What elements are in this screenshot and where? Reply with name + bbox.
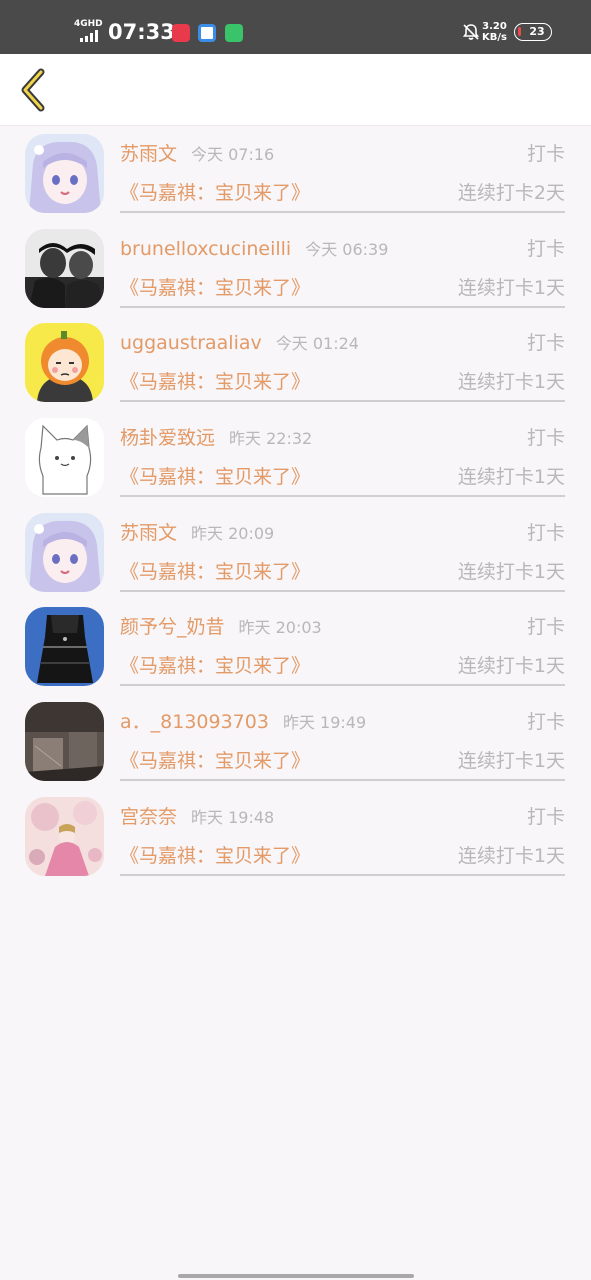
app-icon-blue [198, 24, 216, 42]
book-title[interactable]: 《马嘉祺：宝贝来了》 [120, 750, 310, 772]
book-title[interactable]: 《马嘉祺：宝贝来了》 [120, 182, 310, 204]
divider [120, 589, 565, 592]
action-label: 打卡 [526, 332, 565, 355]
streak-label: 连续打卡1天 [457, 276, 565, 299]
list-item[interactable]: 杨卦爱致远 昨天 22:32 打卡 《马嘉祺：宝贝来了》 连续打卡1天 [0, 411, 591, 506]
streak-label: 连续打卡1天 [457, 466, 565, 489]
list-item[interactable]: a．_813093703 昨天 19:49 打卡 《马嘉祺：宝贝来了》 连续打卡1… [0, 695, 591, 790]
checkin-time: 今天 06:39 [305, 239, 389, 259]
avatar[interactable] [25, 796, 104, 876]
avatar[interactable] [25, 418, 104, 498]
checkin-time: 昨天 19:48 [191, 807, 275, 827]
streak-label: 连续打卡1天 [457, 560, 565, 583]
book-title[interactable]: 《马嘉祺：宝贝来了》 [120, 466, 310, 488]
user-name[interactable]: 宫奈奈 昨天 19:48 [120, 806, 274, 829]
avatar[interactable] [25, 702, 104, 782]
action-label: 打卡 [526, 616, 565, 639]
action-label: 打卡 [526, 805, 565, 828]
user-name[interactable]: a．_813093703 昨天 19:49 [120, 711, 366, 734]
avatar[interactable] [25, 228, 104, 308]
divider [120, 305, 565, 308]
book-title[interactable]: 《马嘉祺：宝贝来了》 [120, 845, 310, 867]
avatar[interactable] [25, 134, 104, 213]
streak-label: 连续打卡1天 [457, 655, 565, 678]
list-item[interactable]: brunelloxcucineilli 今天 06:39 打卡 《马嘉祺：宝贝来了… [0, 222, 591, 317]
divider [120, 211, 565, 213]
app-icon-green [225, 24, 243, 42]
avatar[interactable] [25, 607, 104, 687]
book-title[interactable]: 《马嘉祺：宝贝来了》 [120, 655, 310, 677]
user-name[interactable]: brunelloxcucineilli 今天 06:39 [120, 238, 388, 261]
divider [120, 495, 565, 498]
checkin-time: 今天 01:24 [275, 334, 359, 354]
network-type: 4GHD [74, 19, 103, 29]
divider [120, 873, 565, 876]
action-label: 打卡 [526, 711, 565, 734]
battery-icon: 23 [514, 23, 552, 41]
book-title[interactable]: 《马嘉祺：宝贝来了》 [120, 277, 310, 299]
streak-label: 连续打卡1天 [457, 371, 565, 394]
action-label: 打卡 [526, 237, 565, 260]
checkin-time: 今天 07:16 [191, 145, 275, 164]
checkin-list: 苏雨文 今天 07:16 打卡 《马嘉祺：宝贝来了》 连续打卡2天 brunell… [0, 127, 591, 885]
checkin-time: 昨天 20:03 [238, 618, 322, 638]
book-title[interactable]: 《马嘉祺：宝贝来了》 [120, 371, 310, 393]
battery-level: 23 [529, 25, 545, 38]
user-name[interactable]: 苏雨文 昨天 20:09 [120, 522, 274, 545]
status-bar: 4GHD 07:33 3.20 KB/s 23 [0, 0, 591, 54]
book-title[interactable]: 《马嘉祺：宝贝来了》 [120, 561, 310, 583]
list-item[interactable]: 宫奈奈 昨天 19:48 打卡 《马嘉祺：宝贝来了》 连续打卡1天 [0, 790, 591, 885]
divider [120, 684, 565, 687]
avatar[interactable] [25, 512, 104, 592]
streak-label: 连续打卡1天 [457, 750, 565, 773]
speed-unit: KB/s [482, 32, 507, 43]
list-item[interactable]: uggaustraaliav 今天 01:24 打卡 《马嘉祺：宝贝来了》 连续打… [0, 316, 591, 411]
user-name[interactable]: 苏雨文 今天 07:16 [120, 143, 274, 166]
checkin-time: 昨天 20:09 [191, 523, 275, 543]
divider [120, 400, 565, 403]
network-speed: 3.20 KB/s [482, 21, 507, 43]
user-name[interactable]: uggaustraaliav 今天 01:24 [120, 332, 359, 355]
back-button[interactable] [10, 66, 54, 114]
divider [120, 779, 565, 782]
header [0, 54, 591, 126]
list-item[interactable]: 苏雨文 昨天 20:09 打卡 《马嘉祺：宝贝来了》 连续打卡1天 [0, 506, 591, 601]
checkin-time: 昨天 22:32 [229, 429, 313, 449]
list-item[interactable]: 苏雨文 今天 07:16 打卡 《马嘉祺：宝贝来了》 连续打卡2天 [0, 127, 591, 222]
action-label: 打卡 [526, 427, 565, 450]
streak-label: 连续打卡1天 [457, 844, 565, 867]
speed-value: 3.20 [482, 21, 507, 32]
chevron-left-icon [21, 68, 45, 112]
avatar[interactable] [25, 323, 104, 403]
streak-label: 连续打卡2天 [457, 182, 565, 204]
action-label: 打卡 [526, 143, 565, 165]
bell-muted-icon [462, 24, 480, 40]
user-name[interactable]: 杨卦爱致远 昨天 22:32 [120, 427, 312, 450]
list-item[interactable]: 颜予兮_奶昔 昨天 20:03 打卡 《马嘉祺：宝贝来了》 连续打卡1天 [0, 600, 591, 695]
action-label: 打卡 [526, 521, 565, 544]
signal-icon [80, 30, 98, 42]
user-name[interactable]: 颜予兮_奶昔 昨天 20:03 [120, 616, 322, 639]
clock: 07:33 [108, 20, 175, 44]
home-indicator[interactable] [178, 1274, 414, 1278]
app-icon-red [172, 24, 190, 42]
checkin-time: 昨天 19:49 [282, 713, 367, 733]
